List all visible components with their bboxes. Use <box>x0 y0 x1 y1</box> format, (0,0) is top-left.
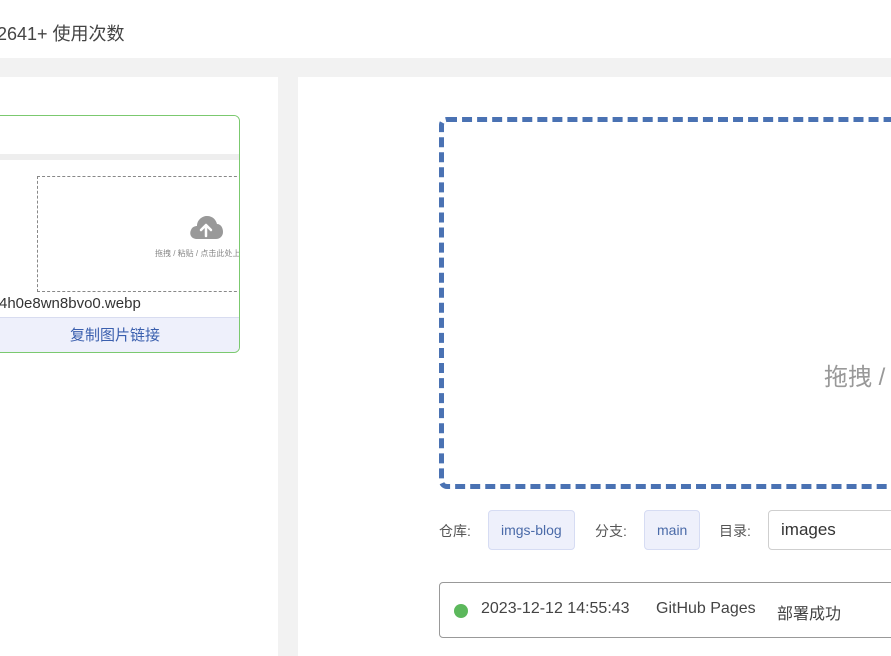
thumbnail-hint-text: 拖拽 / 粘贴 / 点击此处上传 <box>155 249 240 258</box>
card-header <box>0 116 239 160</box>
status-result: 部署成功 <box>777 606 842 623</box>
image-filename: 4h0e8wn8bvo0.webp <box>0 295 141 312</box>
thumbnail-drop-area: 拖拽 / 粘贴 / 点击此处上传 <box>37 176 240 292</box>
repo-settings-row: 仓库: imgs-blog 分支: main 目录: <box>439 510 891 550</box>
left-panel: 拖拽 / 粘贴 / 点击此处上传 4h0e8wn8bvo0.webp 复制图片链… <box>0 77 278 656</box>
status-timestamp: 2023-12-12 14:55:43 <box>481 600 630 617</box>
top-bar: 2641+ 使用次数 <box>0 0 891 58</box>
usage-count: 2641+ 使用次数 <box>0 24 125 44</box>
upload-dropzone[interactable]: 拖拽 / <box>439 117 891 489</box>
deploy-status: 2023-12-12 14:55:43 GitHub Pages 部署成功 <box>439 582 891 638</box>
dropzone-text: 拖拽 / <box>824 364 886 391</box>
branch-tag[interactable]: main <box>644 510 701 550</box>
repo-tag[interactable]: imgs-blog <box>488 510 575 550</box>
image-thumbnail[interactable]: 拖拽 / 粘贴 / 点击此处上传 <box>0 166 239 292</box>
status-dot <box>454 604 468 618</box>
branch-label: 分支: <box>595 523 627 539</box>
repo-label: 仓库: <box>439 523 471 539</box>
dir-label: 目录: <box>719 523 751 539</box>
right-panel: 拖拽 / 仓库: imgs-blog 分支: main 目录: 2023-12-… <box>298 77 891 656</box>
copy-link-button[interactable]: 复制图片链接 <box>0 317 239 352</box>
dir-input[interactable] <box>768 510 891 550</box>
cloud-upload-icon <box>190 216 223 239</box>
image-card: 拖拽 / 粘贴 / 点击此处上传 4h0e8wn8bvo0.webp 复制图片链… <box>0 115 240 353</box>
status-service: GitHub Pages <box>656 600 756 617</box>
